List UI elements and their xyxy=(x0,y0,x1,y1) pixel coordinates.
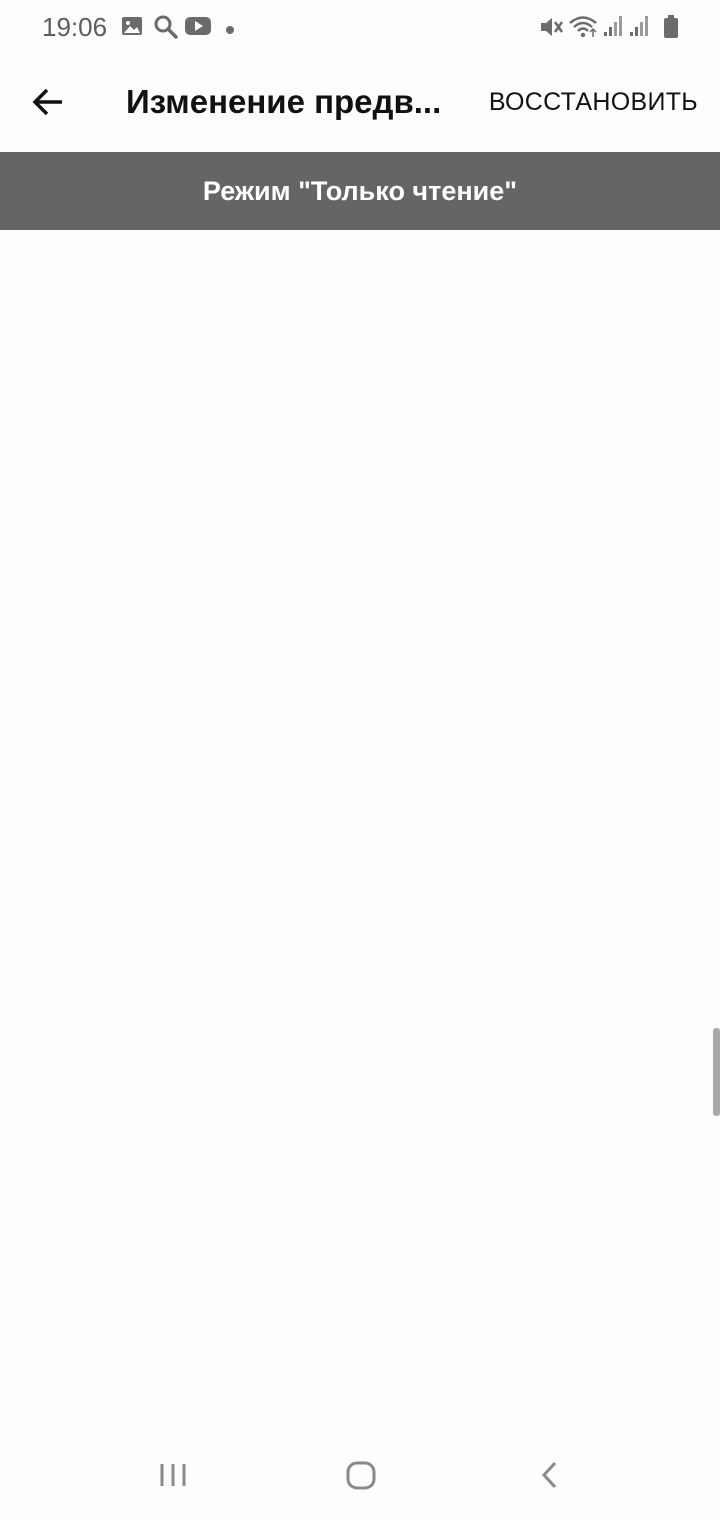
read-only-banner-text: Режим "Только чтение" xyxy=(202,175,518,206)
recents-button[interactable] xyxy=(156,1458,190,1497)
gallery-icon xyxy=(120,14,144,43)
navigation-bar xyxy=(0,1430,720,1520)
screen: 19:06 Изменение предв... ВОССТАНОВИТЬ Ре… xyxy=(0,0,720,1520)
back-icon xyxy=(536,1461,566,1496)
back-button[interactable] xyxy=(20,76,76,132)
app-bar: Изменение предв... ВОССТАНОВИТЬ xyxy=(0,56,720,152)
read-only-banner: Режим "Только чтение" xyxy=(0,152,720,230)
content-area[interactable] xyxy=(0,230,720,1430)
arrow-left-icon xyxy=(31,87,65,122)
recents-icon xyxy=(156,1464,190,1496)
battery-icon xyxy=(662,14,680,45)
nav-back-button[interactable] xyxy=(536,1458,566,1497)
notification-dot-icon xyxy=(225,22,235,40)
page-title: Изменение предв... xyxy=(126,83,442,120)
signal-icon xyxy=(629,14,651,43)
home-button[interactable] xyxy=(344,1458,378,1497)
restore-button[interactable]: ВОССТАНОВИТЬ xyxy=(489,88,698,117)
youtube-icon xyxy=(184,14,212,43)
home-icon xyxy=(344,1461,378,1496)
mute-icon xyxy=(538,14,564,45)
status-time: 19:06 xyxy=(42,12,108,42)
signal-icon xyxy=(603,14,625,43)
status-bar: 19:06 xyxy=(0,0,720,56)
search-icon xyxy=(153,14,179,45)
scrollbar-thumb[interactable] xyxy=(713,1028,720,1116)
wifi-icon xyxy=(568,14,598,45)
